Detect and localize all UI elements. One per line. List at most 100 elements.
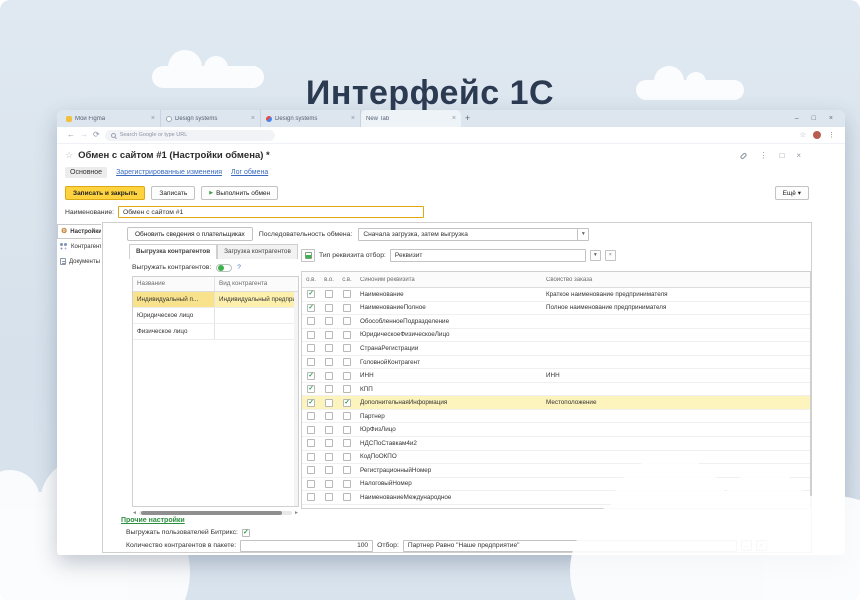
checkbox[interactable] <box>307 439 315 447</box>
link-icon[interactable] <box>740 152 748 160</box>
other-settings-link[interactable]: Прочие настройки <box>121 517 185 524</box>
tab-close-icon[interactable]: × <box>351 115 355 122</box>
checkbox[interactable] <box>307 331 315 339</box>
bookmark-star-icon[interactable]: ☆ <box>800 131 806 139</box>
checkbox[interactable] <box>325 412 333 420</box>
checkbox[interactable] <box>307 412 315 420</box>
checkbox[interactable] <box>343 317 351 325</box>
checkbox[interactable] <box>307 358 315 366</box>
tab-close-icon[interactable]: × <box>151 115 155 122</box>
column-header-synonym[interactable]: Синоним реквизита <box>356 277 542 283</box>
forward-icon[interactable]: → <box>80 131 88 139</box>
link-exchange-log[interactable]: Лог обмена <box>231 169 268 176</box>
column-header-order-prop[interactable]: Свойство заказа <box>542 277 810 283</box>
checkbox[interactable] <box>325 493 333 501</box>
column-header-kind[interactable]: Вид контрагента <box>215 277 298 291</box>
checkbox[interactable] <box>343 466 351 474</box>
checkbox[interactable] <box>307 480 315 488</box>
column-header-sv[interactable]: с.в. <box>338 277 356 283</box>
checkbox[interactable] <box>325 372 333 380</box>
checkbox[interactable] <box>307 344 315 352</box>
browser-tab[interactable]: Design systems× <box>161 110 261 127</box>
run-exchange-button[interactable]: ▶Выполнить обмен <box>201 186 278 200</box>
new-tab-button[interactable]: + <box>465 114 470 123</box>
checkbox[interactable] <box>343 412 351 420</box>
checkbox[interactable] <box>343 453 351 461</box>
checkbox[interactable] <box>325 426 333 434</box>
update-payers-button[interactable]: Обновить сведения о плательщиках <box>127 227 253 241</box>
save-and-close-button[interactable]: Записать и закрыть <box>65 186 145 200</box>
column-header-ov[interactable]: о.в. <box>302 277 320 283</box>
checkbox[interactable] <box>325 304 333 312</box>
attribute-filter-input[interactable]: Реквизит <box>390 249 586 262</box>
table-row[interactable]: КодПоОКПО <box>302 451 810 465</box>
column-header-name[interactable]: Название <box>133 277 215 291</box>
checkbox[interactable] <box>325 344 333 352</box>
browser-menu-icon[interactable]: ⋮ <box>828 131 835 139</box>
browser-tab[interactable]: Мои Figma× <box>61 110 161 127</box>
checkbox[interactable] <box>307 290 315 298</box>
package-count-input[interactable]: 100 <box>240 540 373 552</box>
checkbox[interactable] <box>325 358 333 366</box>
app-menu-icon[interactable]: ⋮ <box>759 151 767 160</box>
checkbox[interactable] <box>307 304 315 312</box>
checkbox[interactable] <box>325 453 333 461</box>
browser-tab[interactable]: New Tab× <box>361 110 461 127</box>
sidebar-item-documents[interactable]: Документы <box>57 254 101 269</box>
tab-load-counterparties[interactable]: Загрузка контрагентов <box>217 244 298 259</box>
tab-unload-counterparties[interactable]: Выгрузка контрагентов <box>129 244 217 259</box>
table-row[interactable]: ГоловнойКонтрагент <box>302 356 810 370</box>
table-row[interactable]: НаименованиеПолноеПолное наименование пр… <box>302 302 810 316</box>
checkbox[interactable] <box>325 317 333 325</box>
checkbox[interactable] <box>307 399 315 407</box>
table-row[interactable]: ОбособленноеПодразделение <box>302 315 810 329</box>
checkbox[interactable] <box>343 304 351 312</box>
checkbox[interactable] <box>343 480 351 488</box>
browser-tab[interactable]: Design systems× <box>261 110 361 127</box>
scroll-right-icon[interactable]: ► <box>294 511 299 516</box>
checkbox[interactable] <box>343 372 351 380</box>
save-button[interactable]: Записать <box>151 186 195 200</box>
checkbox[interactable] <box>343 290 351 298</box>
table-row[interactable]: Индивидуальный п...Индивидуальный предпр… <box>133 292 298 308</box>
maximize-button[interactable]: □ <box>812 115 816 122</box>
checkbox[interactable] <box>325 331 333 339</box>
sidebar-item-settings[interactable]: ⚙Настройки <box>57 224 101 239</box>
tab-close-icon[interactable]: × <box>251 115 255 122</box>
table-row[interactable]: ЮридическоеФизическоеЛицо <box>302 329 810 343</box>
table-row[interactable]: НДСПоСтавкам4и2 <box>302 437 810 451</box>
scrollbar-thumb[interactable] <box>141 511 282 515</box>
horizontal-scrollbar[interactable]: ◄ ► <box>132 510 299 516</box>
checkbox[interactable] <box>325 480 333 488</box>
table-row[interactable]: НаименованиеКраткое наименование предпри… <box>302 288 810 302</box>
back-icon[interactable]: ← <box>67 131 75 139</box>
name-field[interactable]: Обмен с сайтом #1 <box>118 206 424 218</box>
avatar[interactable] <box>813 131 821 139</box>
sequence-select[interactable]: Сначала загрузка, затем выгрузка ▼ <box>358 228 589 241</box>
checkbox[interactable] <box>343 385 351 393</box>
close-button[interactable]: × <box>829 115 833 122</box>
table-row[interactable]: ДополнительнаяИнформацияМестоположение <box>302 396 810 410</box>
favorite-star-icon[interactable]: ☆ <box>65 150 73 161</box>
table-row[interactable]: ЮрФизЛицо <box>302 423 810 437</box>
vertical-scrollbar[interactable] <box>294 292 298 506</box>
scroll-left-icon[interactable]: ◄ <box>132 511 137 516</box>
checkbox[interactable] <box>325 290 333 298</box>
column-header-vo[interactable]: в.о. <box>320 277 338 283</box>
minimize-button[interactable]: – <box>795 115 799 122</box>
table-row[interactable]: Юридическое лицо <box>133 308 298 324</box>
tab-close-icon[interactable]: × <box>452 115 456 122</box>
filter-clear-icon[interactable]: × <box>605 250 616 261</box>
table-row[interactable]: РегистрационныйНомер <box>302 464 810 478</box>
chevron-down-icon[interactable]: ▼ <box>577 229 588 240</box>
filter-dropdown-icon[interactable]: ▼ <box>590 250 601 261</box>
checkbox[interactable] <box>325 466 333 474</box>
table-row[interactable]: Партнер <box>302 410 810 424</box>
checkbox[interactable] <box>325 439 333 447</box>
checkbox[interactable] <box>343 344 351 352</box>
checkbox[interactable] <box>343 331 351 339</box>
table-row[interactable]: КПП <box>302 383 810 397</box>
checkbox[interactable] <box>343 358 351 366</box>
more-button[interactable]: Ещё ▾ <box>775 186 809 200</box>
sidebar-item-counterparties[interactable]: Контрагенты <box>57 239 101 254</box>
